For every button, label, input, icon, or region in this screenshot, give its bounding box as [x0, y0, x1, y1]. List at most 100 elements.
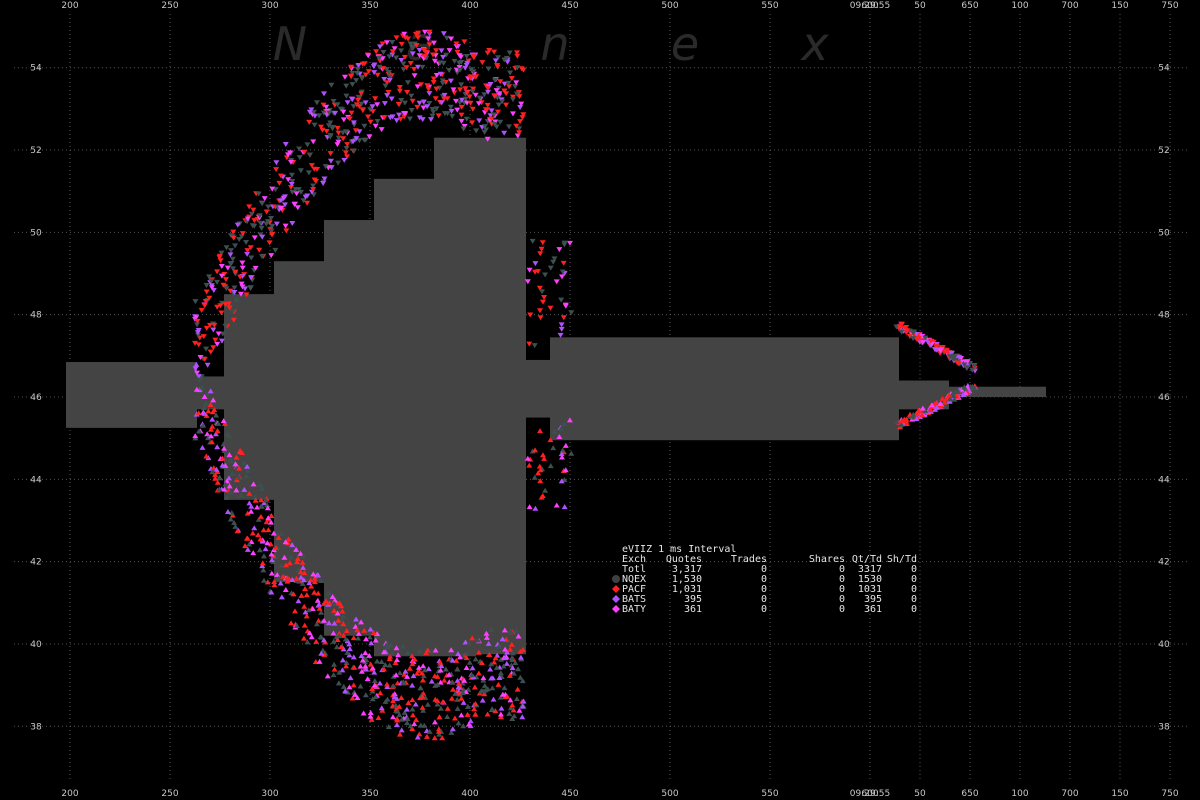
quote-marker	[359, 108, 366, 114]
quote-marker	[297, 168, 304, 174]
quote-marker	[330, 672, 337, 678]
quote-marker	[401, 100, 408, 106]
quote-marker	[283, 228, 290, 234]
quote-marker	[393, 722, 400, 728]
y-tick-48-right: 48	[1158, 311, 1170, 321]
quote-marker	[497, 711, 504, 717]
quote-marker	[479, 60, 486, 66]
quote-marker	[398, 695, 405, 701]
quote-marker	[262, 546, 269, 552]
y-tick-40-left: 40	[30, 640, 42, 650]
y-tick-52-left: 52	[30, 146, 41, 156]
quote-marker	[423, 733, 430, 739]
quote-marker	[389, 39, 396, 45]
y-tick-52-right: 52	[1158, 146, 1169, 156]
quote-marker	[260, 553, 267, 559]
quote-marker	[444, 713, 451, 719]
quote-marker	[425, 86, 432, 92]
quote-marker	[449, 726, 456, 732]
quote-marker	[526, 462, 533, 468]
x-tick-b-150-top: 150	[1111, 1, 1128, 11]
watermark: Nanex	[273, 17, 830, 71]
quote-marker	[473, 128, 480, 134]
quote-marker	[328, 82, 335, 88]
quote-marker	[224, 509, 231, 515]
quote-marker	[489, 685, 496, 691]
quote-marker	[259, 560, 266, 566]
quote-marker	[490, 696, 497, 702]
quote-marker	[250, 550, 257, 556]
quote-marker	[248, 508, 255, 514]
quote-marker	[362, 692, 369, 698]
quote-marker	[491, 49, 498, 55]
quote-marker	[509, 702, 516, 708]
quote-marker	[560, 260, 567, 266]
quote-marker	[257, 513, 264, 519]
quote-marker	[503, 660, 510, 666]
quote-marker	[350, 104, 357, 110]
y-tick-54-left: 54	[30, 64, 42, 74]
band-segment	[224, 294, 274, 500]
y-tick-50-right: 50	[1158, 228, 1170, 238]
x-tick-550-top: 550	[761, 1, 778, 11]
quote-marker	[406, 665, 413, 671]
quote-marker	[404, 80, 411, 86]
quote-marker	[216, 474, 223, 480]
quote-marker	[476, 118, 483, 124]
y-tick-46-left: 46	[30, 393, 42, 403]
y-tick-42-right: 42	[1158, 558, 1169, 568]
x-tick-400-bottom: 400	[461, 789, 478, 799]
x-tick-650-top: 650	[961, 1, 978, 11]
quote-marker	[207, 349, 214, 355]
quote-marker	[409, 697, 416, 703]
quote-marker	[451, 58, 458, 64]
quote-marker	[194, 330, 201, 336]
x-tick-450-top: 450	[561, 1, 578, 11]
quote-marker	[514, 686, 521, 692]
quote-marker	[471, 684, 478, 690]
quote-marker	[393, 35, 400, 41]
quote-marker	[302, 586, 309, 592]
quote-marker	[517, 119, 524, 125]
quote-marker	[438, 48, 445, 54]
quote-marker	[344, 100, 351, 106]
x-tick-700-bottom: 700	[1061, 789, 1078, 799]
legend-cell: 361	[864, 604, 882, 615]
quote-marker	[357, 683, 364, 689]
quote-marker	[256, 247, 263, 253]
quote-marker	[288, 620, 295, 626]
quote-marker	[514, 53, 521, 59]
quote-marker	[343, 146, 350, 152]
quote-marker	[204, 431, 211, 437]
quote-marker	[517, 104, 524, 110]
quote-marker	[550, 445, 557, 451]
quote-marker	[372, 96, 379, 102]
quote-marker	[527, 312, 534, 318]
quote-marker	[475, 670, 482, 676]
quote-marker	[448, 695, 455, 701]
nbbo-band	[66, 137, 1046, 657]
quote-marker	[437, 705, 444, 711]
quote-marker	[536, 308, 543, 314]
quote-marker	[217, 258, 224, 264]
quote-marker	[198, 307, 205, 313]
x-tick-750-bottom: 750	[1161, 789, 1178, 799]
band-segment	[374, 178, 434, 657]
quote-marker	[398, 41, 405, 47]
quote-marker	[526, 504, 533, 510]
quote-marker	[501, 130, 508, 136]
quote-marker	[558, 326, 565, 332]
quote-marker	[360, 710, 367, 716]
y-tick-54-right: 54	[1158, 64, 1170, 74]
quote-marker	[203, 346, 210, 352]
quote-marker	[517, 674, 524, 680]
quote-marker	[537, 251, 544, 257]
quote-marker	[192, 299, 199, 305]
quote-marker	[236, 237, 243, 243]
quote-marker	[247, 286, 254, 292]
quote-marker	[454, 107, 461, 113]
quote-marker	[314, 597, 321, 603]
quote-marker	[389, 714, 396, 720]
quote-marker	[506, 124, 513, 130]
legend-cell: 0	[839, 604, 845, 615]
